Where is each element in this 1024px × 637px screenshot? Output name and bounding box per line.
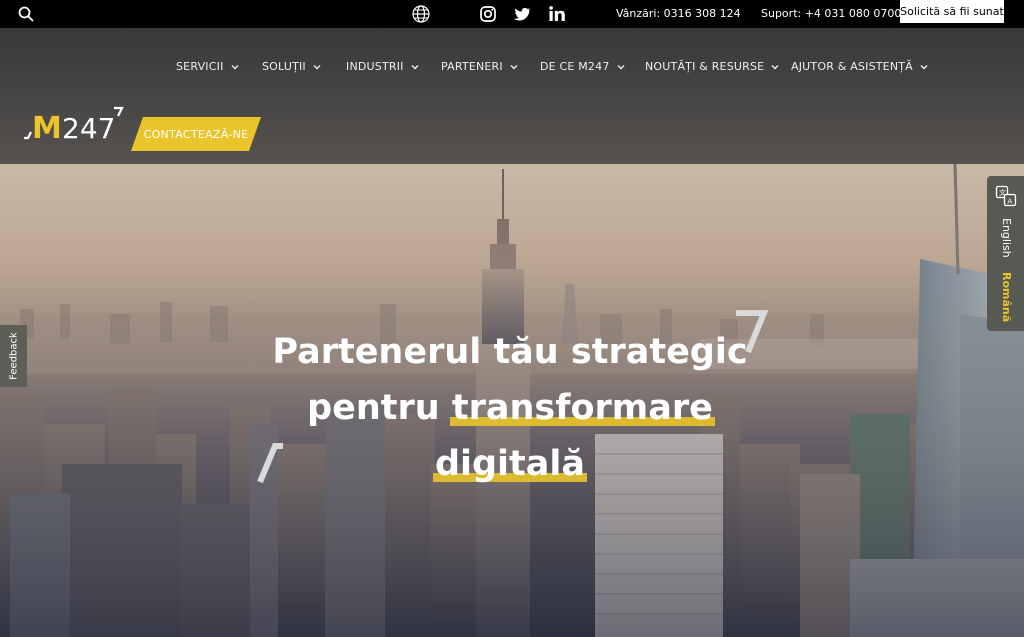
nav-servicii[interactable]: SERVICII [176, 60, 240, 73]
nav-label: AJUTOR & ASISTENȚĂ [791, 60, 913, 73]
nav-de-ce-m247[interactable]: DE CE M247 [540, 60, 626, 73]
nav-noutati-resurse[interactable]: NOUTĂȚI & RESURSE [645, 60, 780, 73]
hero-headline: Partenerul tău strategic pentru transfor… [250, 324, 770, 492]
nav-label: SERVICII [176, 60, 224, 73]
chevron-down-icon [411, 64, 419, 69]
nav-solutii[interactable]: SOLUȚII [262, 60, 322, 73]
linkedin-icon[interactable] [548, 5, 566, 23]
globe-icon[interactable] [411, 4, 431, 24]
nav-label: NOUTĂȚI & RESURSE [645, 60, 765, 73]
sales-phone[interactable]: Vânzări: 0316 308 124 [616, 7, 741, 20]
nav-parteneri[interactable]: PARTENERI [441, 60, 519, 73]
nav-label: DE CE M247 [540, 60, 610, 73]
svg-text:M: M [32, 111, 62, 146]
request-callback-button[interactable]: Solicită să fii sunat [900, 0, 1004, 23]
nav-label: SOLUȚII [262, 60, 306, 73]
svg-text:文: 文 [999, 188, 1006, 197]
contact-us-button[interactable]: CONTACTEAZĂ-NE [131, 117, 261, 151]
nav-ajutor-asistenta[interactable]: AJUTOR & ASISTENȚĂ [791, 60, 929, 73]
hero-line-3: digitală [250, 436, 770, 492]
chevron-down-icon [920, 64, 928, 69]
chevron-down-icon [771, 64, 779, 69]
hero-line-1: Partenerul tău strategic [272, 332, 748, 372]
chevron-down-icon [231, 64, 239, 69]
top-bar: Vânzări: 0316 308 124 Suport: +4 031 080… [0, 0, 1024, 28]
hero-line-2-plain: pentru [307, 388, 452, 428]
language-switcher: 文 A English Română [987, 176, 1024, 331]
hero-highlight-digitala: digitală [432, 436, 588, 492]
cta-label: CONTACTEAZĂ-NE [143, 127, 249, 141]
search-icon[interactable] [18, 6, 34, 22]
svg-text:A: A [1008, 198, 1013, 206]
m247-logo[interactable]: M 247 [22, 102, 132, 146]
language-romana[interactable]: Română [1000, 272, 1013, 322]
support-phone[interactable]: Suport: +4 031 080 0700 [761, 7, 901, 20]
feedback-tab[interactable]: Feedback [0, 325, 27, 387]
translate-icon: 文 A [995, 185, 1017, 207]
nav-label: INDUSTRII [346, 60, 404, 73]
hero-highlight-transformare: transformare [449, 380, 715, 436]
chevron-down-icon [510, 64, 518, 69]
nav-label: PARTENERI [441, 60, 503, 73]
main-header: M 247 SERVICII SOLUȚII INDUSTRII PARTENE… [0, 28, 1024, 164]
svg-text:247: 247 [62, 112, 115, 145]
language-english[interactable]: English [1000, 218, 1013, 258]
nav-industrii[interactable]: INDUSTRII [346, 60, 420, 73]
hero-line-2: pentru transformare [250, 380, 770, 436]
chevron-down-icon [617, 64, 625, 69]
feedback-label: Feedback [8, 332, 20, 380]
chevron-down-icon [313, 64, 321, 69]
twitter-icon[interactable] [513, 5, 531, 23]
instagram-icon[interactable] [479, 5, 497, 23]
hero-banner: Partenerul tău strategic pentru transfor… [0, 164, 1024, 637]
